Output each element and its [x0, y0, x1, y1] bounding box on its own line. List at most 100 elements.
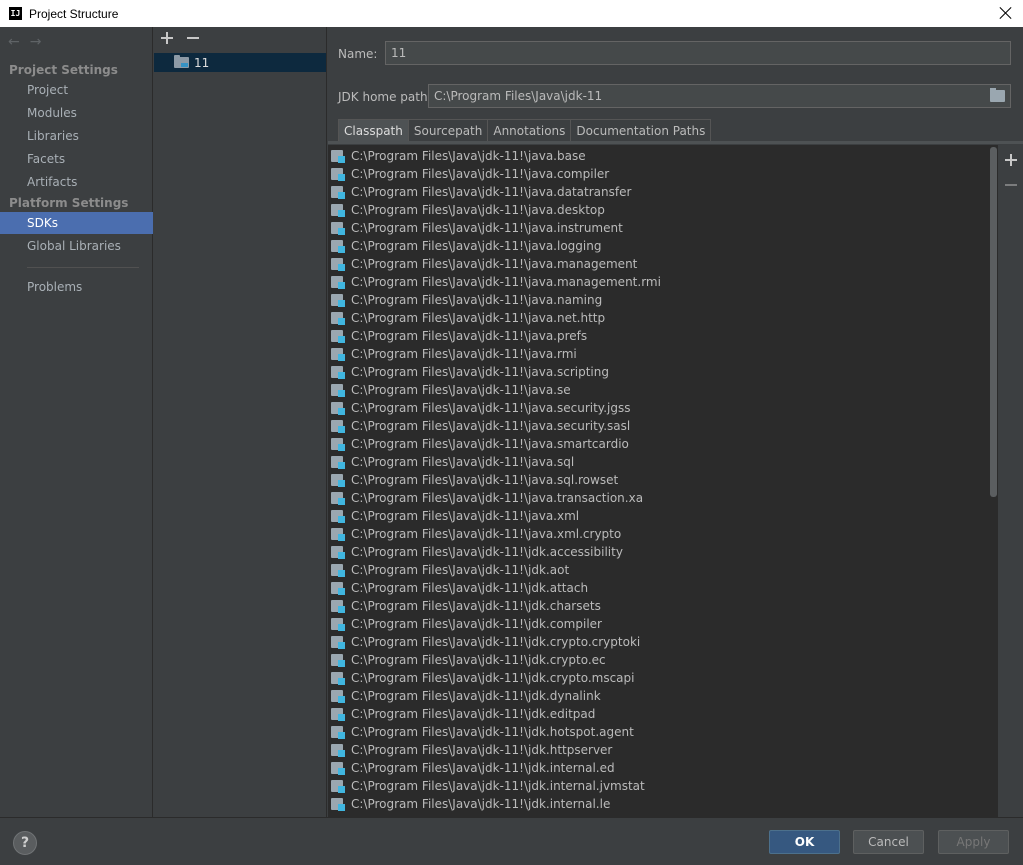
jar-module-icon — [331, 725, 345, 739]
list-item[interactable]: C:\Program Files\Java\jdk-11!\ java.manag… — [328, 273, 998, 291]
classpath-prefix: C:\Program Files\Java\jdk-11!\ — [351, 581, 529, 595]
list-item[interactable]: C:\Program Files\Java\jdk-11!\ jdk.intern… — [328, 795, 998, 813]
tab-annotations[interactable]: Annotations — [487, 119, 572, 141]
classpath-prefix: C:\Program Files\Java\jdk-11!\ — [351, 707, 529, 721]
classpath-module: java.compiler — [528, 167, 610, 181]
remove-sdk-icon[interactable] — [186, 31, 200, 45]
classpath-prefix: C:\Program Files\Java\jdk-11!\ — [351, 617, 529, 631]
sidebar-item-libraries[interactable]: Libraries — [0, 125, 153, 147]
list-item[interactable]: C:\Program Files\Java\jdk-11!\ java.rmi — [328, 345, 998, 363]
classpath-module: java.prefs — [528, 329, 588, 343]
list-item[interactable]: C:\Program Files\Java\jdk-11!\ java.base — [328, 147, 998, 165]
sidebar-item-artifacts[interactable]: Artifacts — [0, 171, 153, 193]
classpath-module: jdk.crypto.mscapi — [528, 671, 635, 685]
sidebar-item-facets[interactable]: Facets — [0, 148, 153, 170]
apply-button[interactable]: Apply — [938, 830, 1009, 854]
list-item[interactable]: C:\Program Files\Java\jdk-11!\ jdk.hotspo… — [328, 723, 998, 741]
sidebar-item-project[interactable]: Project — [0, 79, 153, 101]
back-arrow-icon[interactable]: ← — [8, 34, 20, 50]
list-item[interactable]: C:\Program Files\Java\jdk-11!\ jdk.charse… — [328, 597, 998, 615]
classpath-module: java.se — [528, 383, 571, 397]
list-item[interactable]: C:\Program Files\Java\jdk-11!\ jdk.httpse… — [328, 741, 998, 759]
classpath-prefix: C:\Program Files\Java\jdk-11!\ — [351, 239, 529, 253]
classpath-module: jdk.httpserver — [528, 743, 613, 757]
help-button[interactable]: ? — [13, 831, 37, 855]
classpath-prefix: C:\Program Files\Java\jdk-11!\ — [351, 329, 529, 343]
list-item[interactable]: C:\Program Files\Java\jdk-11!\ java.scrip… — [328, 363, 998, 381]
jar-module-icon — [331, 707, 345, 721]
list-item[interactable]: C:\Program Files\Java\jdk-11!\ java.namin… — [328, 291, 998, 309]
list-item[interactable]: C:\Program Files\Java\jdk-11!\ java.sql — [328, 453, 998, 471]
title-bar: IJ Project Structure — [0, 0, 1023, 27]
classpath-prefix: C:\Program Files\Java\jdk-11!\ — [351, 671, 529, 685]
classpath-module: java.instrument — [528, 221, 623, 235]
list-item[interactable]: C:\Program Files\Java\jdk-11!\ java.xml — [328, 507, 998, 525]
list-item[interactable]: C:\Program Files\Java\jdk-11!\ jdk.compil… — [328, 615, 998, 633]
list-item[interactable]: C:\Program Files\Java\jdk-11!\ java.deskt… — [328, 201, 998, 219]
sidebar-item-sdks[interactable]: SDKs — [0, 212, 153, 234]
jdk-home-field[interactable]: C:\Program Files\Java\jdk-11 — [428, 84, 1011, 108]
list-item[interactable]: C:\Program Files\Java\jdk-11!\ java.sql.r… — [328, 471, 998, 489]
list-item[interactable]: C:\Program Files\Java\jdk-11!\ jdk.dynali… — [328, 687, 998, 705]
classpath-prefix: C:\Program Files\Java\jdk-11!\ — [351, 653, 529, 667]
list-item[interactable]: C:\Program Files\Java\jdk-11!\ java.compi… — [328, 165, 998, 183]
tab-classpath[interactable]: Classpath — [338, 119, 409, 141]
list-item[interactable]: C:\Program Files\Java\jdk-11!\ java.instr… — [328, 219, 998, 237]
jar-module-icon — [331, 473, 345, 487]
list-item[interactable]: C:\Program Files\Java\jdk-11!\ java.loggi… — [328, 237, 998, 255]
forward-arrow-icon[interactable]: → — [30, 34, 42, 50]
list-item[interactable]: C:\Program Files\Java\jdk-11!\ java.trans… — [328, 489, 998, 507]
list-item[interactable]: C:\Program Files\Java\jdk-11!\ java.smart… — [328, 435, 998, 453]
classpath-list[interactable]: C:\Program Files\Java\jdk-11!\ java.base C… — [328, 145, 998, 817]
jar-module-icon — [331, 689, 345, 703]
sdk-tabs: Classpath Sourcepath Annotations Documen… — [338, 119, 712, 141]
jar-module-icon — [331, 455, 345, 469]
browse-folder-icon[interactable] — [990, 88, 1005, 102]
ok-button[interactable]: OK — [769, 830, 840, 854]
classpath-prefix: C:\Program Files\Java\jdk-11!\ — [351, 221, 529, 235]
list-item[interactable]: C:\Program Files\Java\jdk-11!\ jdk.crypto… — [328, 651, 998, 669]
classpath-module: jdk.internal.jvmstat — [528, 779, 645, 793]
list-item[interactable]: C:\Program Files\Java\jdk-11!\ jdk.editpa… — [328, 705, 998, 723]
list-item[interactable]: C:\Program Files\Java\jdk-11!\ java.secur… — [328, 417, 998, 435]
jdk-home-label: JDK home path: — [338, 90, 432, 104]
list-item[interactable]: C:\Program Files\Java\jdk-11!\ java.se — [328, 381, 998, 399]
sidebar-item-problems[interactable]: Problems — [0, 276, 153, 298]
list-item[interactable]: C:\Program Files\Java\jdk-11!\ jdk.crypto… — [328, 669, 998, 687]
list-item[interactable]: C:\Program Files\Java\jdk-11!\ java.secur… — [328, 399, 998, 417]
add-classpath-icon[interactable] — [1004, 153, 1018, 167]
remove-classpath-icon[interactable] — [1004, 178, 1018, 192]
list-item[interactable]: C:\Program Files\Java\jdk-11!\ java.net.h… — [328, 309, 998, 327]
list-item[interactable]: C:\Program Files\Java\jdk-11!\ jdk.crypto… — [328, 633, 998, 651]
classpath-module: java.smartcardio — [528, 437, 629, 451]
list-item[interactable]: C:\Program Files\Java\jdk-11!\ jdk.intern… — [328, 777, 998, 795]
sdk-item-11[interactable]: 11 — [154, 53, 326, 72]
add-sdk-icon[interactable] — [160, 31, 174, 45]
classpath-prefix: C:\Program Files\Java\jdk-11!\ — [351, 437, 529, 451]
list-item[interactable]: C:\Program Files\Java\jdk-11!\ jdk.aot — [328, 561, 998, 579]
name-field[interactable]: 11 — [385, 41, 1011, 65]
jar-module-icon — [331, 257, 345, 271]
list-scrollbar[interactable] — [990, 147, 997, 497]
list-item[interactable]: C:\Program Files\Java\jdk-11!\ jdk.attach — [328, 579, 998, 597]
list-item[interactable]: C:\Program Files\Java\jdk-11!\ java.prefs — [328, 327, 998, 345]
classpath-module: jdk.accessibility — [528, 545, 623, 559]
settings-sidebar: ← → Project Settings Project Modules Lib… — [0, 27, 153, 817]
cancel-button[interactable]: Cancel — [853, 830, 924, 854]
list-item[interactable]: C:\Program Files\Java\jdk-11!\ jdk.access… — [328, 543, 998, 561]
sidebar-item-modules[interactable]: Modules — [0, 102, 153, 124]
list-item[interactable]: C:\Program Files\Java\jdk-11!\ java.manag… — [328, 255, 998, 273]
jar-module-icon — [331, 221, 345, 235]
close-icon[interactable] — [997, 4, 1015, 22]
jar-module-icon — [331, 167, 345, 181]
list-item[interactable]: C:\Program Files\Java\jdk-11!\ java.datat… — [328, 183, 998, 201]
sidebar-divider — [27, 267, 139, 268]
tab-sourcepath[interactable]: Sourcepath — [407, 119, 489, 141]
list-item[interactable]: C:\Program Files\Java\jdk-11!\ jdk.intern… — [328, 759, 998, 777]
jar-module-icon — [331, 419, 345, 433]
classpath-module: jdk.internal.le — [528, 797, 611, 811]
classpath-module: java.management — [528, 257, 638, 271]
tab-documentation-paths[interactable]: Documentation Paths — [570, 119, 712, 141]
list-item[interactable]: C:\Program Files\Java\jdk-11!\ java.xml.c… — [328, 525, 998, 543]
sidebar-item-global-libraries[interactable]: Global Libraries — [0, 235, 153, 257]
